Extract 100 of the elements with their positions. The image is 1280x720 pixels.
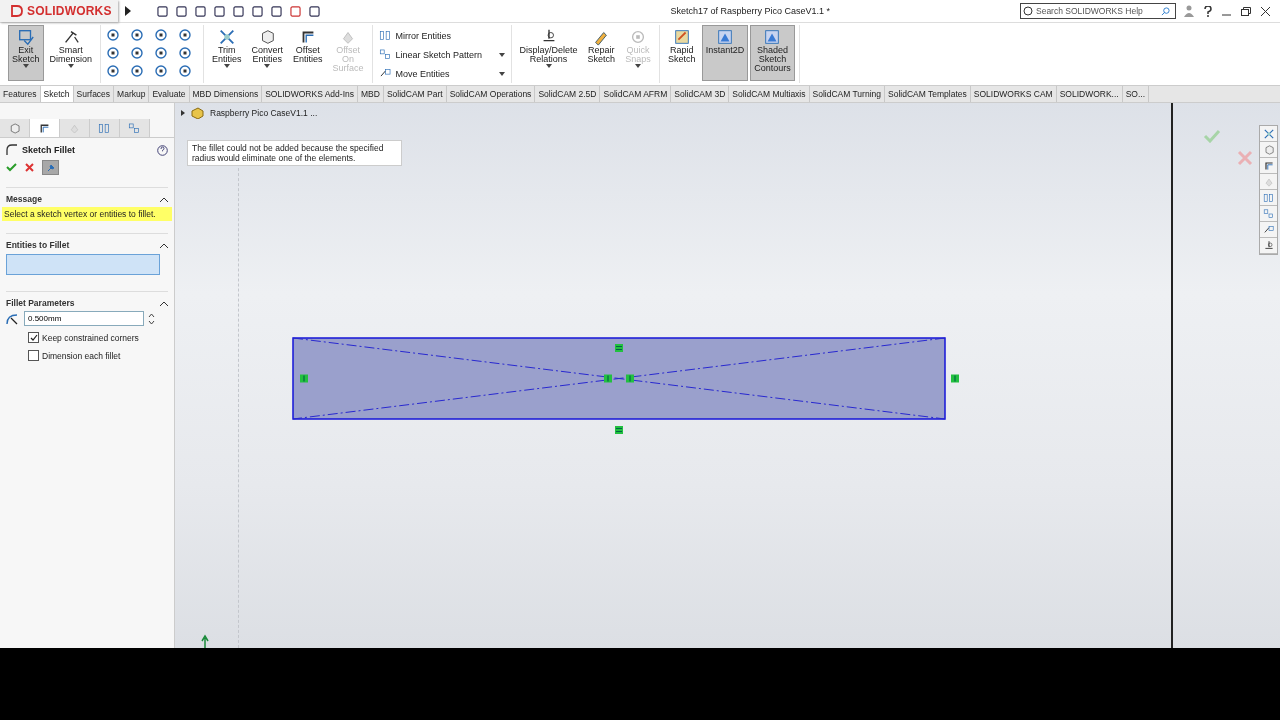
- ribbon-button[interactable]: Trim Entities: [208, 25, 246, 81]
- ribbon-tab[interactable]: MBD: [358, 86, 384, 102]
- ribbon-tab[interactable]: SolidCAM 3D: [671, 86, 730, 102]
- toolbar-icon[interactable]: [174, 4, 188, 18]
- ribbon-button[interactable]: Mirror Entities: [376, 27, 507, 44]
- pane-icon: [1262, 191, 1275, 204]
- toolbar-icon[interactable]: [288, 4, 302, 18]
- pane-icon: [1262, 143, 1275, 156]
- ribbon-button[interactable]: Move Entities: [376, 65, 507, 82]
- expand-arrow-icon[interactable]: [123, 6, 132, 16]
- expand-arrow-icon[interactable]: [181, 110, 185, 116]
- ribbon-tab[interactable]: SolidCAM AFRM: [600, 86, 672, 102]
- toolbar-icon[interactable]: [193, 4, 207, 18]
- tool-icon: [763, 28, 782, 46]
- relation-icon[interactable]: [615, 426, 623, 434]
- part-icon: [191, 107, 204, 119]
- ribbon-tab[interactable]: SOLIDWORKS CAM: [970, 86, 1057, 102]
- error-tooltip: The fillet could not be added because the specified radius would eliminate one of the elements.: [187, 140, 402, 166]
- tool-icon: [672, 28, 691, 46]
- search-field[interactable]: Search SOLIDWORKS Help: [1020, 3, 1176, 19]
- ribbon-button[interactable]: Exit Sketch: [8, 25, 44, 81]
- checkbox-label: Keep constrained corners: [42, 332, 139, 343]
- checkbox[interactable]: [28, 350, 39, 361]
- checkbox[interactable]: [28, 332, 39, 343]
- caret-icon[interactable]: [22, 64, 29, 68]
- ribbon-button[interactable]: Rapid Sketch: [664, 25, 700, 81]
- panel-title: Sketch Fillet: [22, 145, 76, 155]
- toolbar-icon[interactable]: [212, 4, 226, 18]
- section-title: Message: [6, 194, 42, 204]
- ribbon-button[interactable]: Smart Dimension: [45, 25, 97, 81]
- close-icon[interactable]: [1261, 6, 1270, 16]
- tool-icon: [16, 28, 35, 46]
- ribbon-tab[interactable]: SO...: [1122, 86, 1150, 102]
- ribbon-tab[interactable]: SOLIDWORK...: [1056, 86, 1123, 102]
- task-pane-tab[interactable]: [1260, 126, 1277, 142]
- caret-icon[interactable]: [264, 64, 271, 68]
- ribbon-button[interactable]: Shaded Sketch Contours: [750, 25, 795, 81]
- caret-icon[interactable]: [545, 64, 552, 68]
- toolbar-icon[interactable]: [307, 4, 321, 18]
- breadcrumb-text[interactable]: Raspberry Pico CaseV1.1 ...: [210, 108, 318, 118]
- cancel-icon[interactable]: [25, 163, 34, 172]
- ribbon-tab[interactable]: SolidCAM Templates: [885, 86, 971, 102]
- ribbon-button[interactable]: Convert Entities: [247, 25, 288, 81]
- collapse-icon[interactable]: [160, 242, 168, 248]
- window-title: Sketch17 of Raspberry Pico CaseV1.1 *: [669, 6, 832, 16]
- ribbon-tab[interactable]: SolidCAM 2.5D: [535, 86, 601, 102]
- ribbon-tab[interactable]: SolidCAM Turning: [809, 86, 885, 102]
- ribbon-button[interactable]: Repair Sketch: [583, 25, 620, 81]
- ribbon-button[interactable]: Offset Entities: [289, 25, 327, 81]
- message-text: Select a sketch vertex or entities to fillet.: [2, 207, 172, 221]
- relation-icon[interactable]: [615, 344, 623, 352]
- toolbar-icon[interactable]: [269, 4, 283, 18]
- radius-icon: [6, 312, 20, 325]
- pane-icon: [1262, 239, 1275, 252]
- caret-icon[interactable]: [498, 71, 505, 76]
- tool-icon: [715, 28, 734, 46]
- confirm-check-icon[interactable]: [1203, 129, 1221, 143]
- ribbon-tab[interactable]: SolidCAM Part: [383, 86, 447, 102]
- section-title: Entities to Fillet: [6, 240, 70, 250]
- pane-icon: [1262, 223, 1275, 236]
- task-pane-tab[interactable]: [1260, 238, 1277, 254]
- tab-icon: [98, 121, 111, 135]
- manager-tab[interactable]: [30, 119, 60, 137]
- toolbar-icon[interactable]: [155, 4, 169, 18]
- ribbon-tab[interactable]: Sketch: [40, 86, 74, 102]
- radius-field[interactable]: 0.500mm: [24, 311, 144, 326]
- search-icon[interactable]: [1161, 6, 1170, 16]
- ribbon-tab[interactable]: Markup: [114, 86, 150, 102]
- task-pane-tab[interactable]: [1260, 158, 1277, 174]
- logo-icon: [10, 4, 24, 18]
- ribbon-tab[interactable]: Features: [0, 86, 41, 102]
- section-title: Fillet Parameters: [6, 298, 75, 308]
- toolbar-icon[interactable]: [250, 4, 264, 18]
- app-logo: SOLIDWORKS: [27, 4, 112, 18]
- collapse-icon[interactable]: [160, 300, 168, 306]
- caret-icon[interactable]: [67, 64, 74, 68]
- ok-icon[interactable]: [6, 163, 17, 172]
- tool-icon: [378, 48, 392, 61]
- relation-icon[interactable]: [951, 374, 959, 383]
- ribbon-tab[interactable]: SOLIDWORKS Add-Ins: [262, 86, 358, 102]
- tool-icon: [217, 28, 236, 46]
- restore-icon[interactable]: [1241, 6, 1251, 16]
- ribbon-tab[interactable]: SolidCAM Operations: [446, 86, 536, 102]
- ribbon-tab[interactable]: SolidCAM Multiaxis: [729, 86, 810, 102]
- checkbox-label: Dimension each fillet: [42, 350, 121, 361]
- tool-icon: [378, 29, 392, 42]
- ribbon-button[interactable]: Instant2D: [701, 25, 749, 81]
- caret-icon[interactable]: [498, 52, 505, 57]
- ribbon-tab[interactable]: MBD Dimensions: [189, 86, 263, 102]
- sketch-rectangle-drawing[interactable]: [292, 337, 946, 420]
- toolbar-icon[interactable]: [231, 4, 245, 18]
- ribbon-tab[interactable]: Evaluate: [149, 86, 190, 102]
- ribbon-button[interactable]: Linear Sketch Pattern: [376, 46, 507, 63]
- collapse-icon[interactable]: [160, 196, 168, 202]
- origin-axis-icon: [201, 634, 209, 648]
- caret-icon[interactable]: [223, 64, 230, 68]
- spinner-icon[interactable]: [148, 312, 155, 325]
- ribbon-tab[interactable]: Surfaces: [73, 86, 115, 102]
- user-icon[interactable]: [1184, 5, 1194, 17]
- ribbon-button[interactable]: Display/Delete Relations: [515, 25, 582, 81]
